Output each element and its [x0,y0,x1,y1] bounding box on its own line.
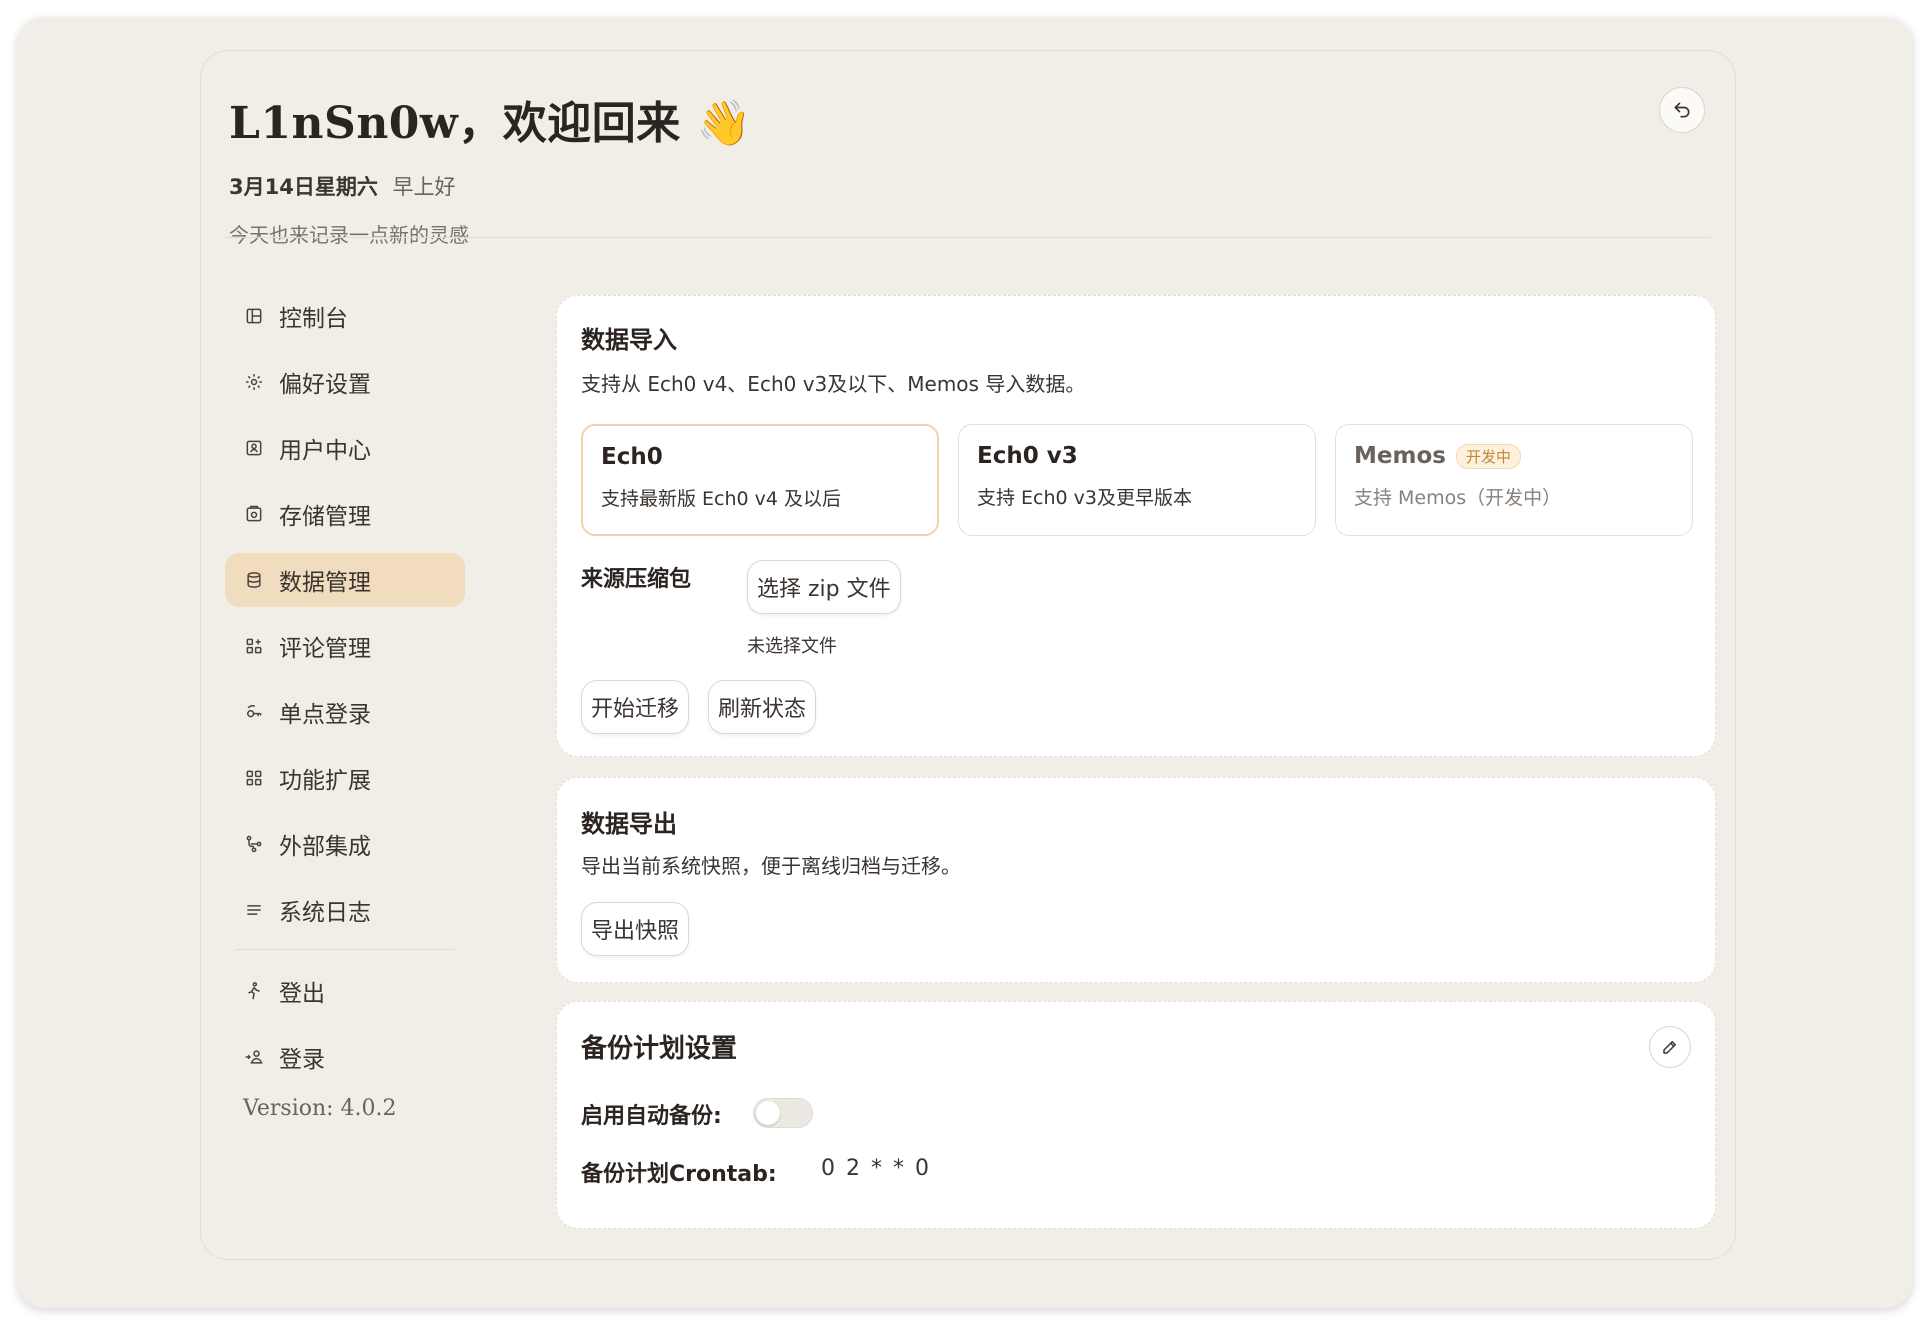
sidebar-item-integrations[interactable]: 外部集成 [225,817,465,871]
login-icon [243,1046,265,1068]
database-icon [243,569,265,591]
version-text: Version: 4.0.2 [243,1096,397,1121]
zip-source-label: 来源压缩包 [581,567,692,592]
storage-icon [243,503,265,525]
source-name: Ech0 v3 [977,443,1078,469]
backup-schedule-card: 备份计划设置 启用自动备份: 备份计划Crontab: 0 2 * * 0 [556,1001,1716,1229]
import-card-title: 数据导入 [581,326,677,354]
undo-icon [1672,100,1692,120]
source-description: 支持 Memos（开发中） [1354,487,1562,509]
sidebar-item-extensions[interactable]: 功能扩展 [225,751,465,805]
sidebar-item-label: 登出 [279,981,325,1007]
refresh-status-button[interactable]: 刷新状态 [708,680,817,734]
export-snapshot-button[interactable]: 导出快照 [581,902,690,956]
auto-backup-toggle[interactable] [753,1098,813,1128]
source-description: 支持最新版 Ech0 v4 及以后 [601,488,842,510]
sidebar-item-label: 单点登录 [279,702,371,728]
start-migration-button[interactable]: 开始迁移 [581,680,690,734]
date-text: 3月14日星期六 [229,175,378,199]
back-button[interactable] [1659,87,1705,133]
sidebar-item-storage[interactable]: 存储管理 [225,487,465,541]
branch-icon [243,833,265,855]
backup-card-title: 备份计划设置 [581,1034,738,1064]
dashboard-icon [243,305,265,327]
sidebar: 控制台 偏好设置 用户中心 存储管理 数据管理 评论管理 单点登录 功能扩展 外… [225,289,465,1121]
sidebar-item-data-management[interactable]: 数据管理 [225,553,465,607]
sidebar-item-label: 控制台 [279,306,348,332]
sidebar-item-preferences[interactable]: 偏好设置 [225,355,465,409]
source-option-ech0[interactable]: Ech0 支持最新版 Ech0 v4 及以后 [581,424,939,536]
data-import-card: 数据导入 支持从 Ech0 v4、Ech0 v3及以下、Memos 导入数据。 … [556,295,1716,757]
sidebar-item-sso[interactable]: 单点登录 [225,685,465,739]
list-icon [243,899,265,921]
status-badge: 开发中 [1455,443,1521,469]
grid-icon [243,635,265,657]
data-export-card: 数据导出 导出当前系统快照，便于离线归档与迁移。 导出快照 [556,777,1716,983]
sidebar-item-label: 功能扩展 [279,768,371,794]
sidebar-divider [235,949,455,950]
sidebar-item-label: 评论管理 [279,636,371,662]
user-card-icon [243,437,265,459]
page-subtitle: 今天也来记录一点新的灵感 [229,223,469,247]
toggle-knob [756,1101,780,1125]
grid-plus-icon [243,767,265,789]
sidebar-item-label: 系统日志 [279,900,371,926]
sidebar-item-logout[interactable]: 登出 [225,964,465,1018]
pencil-icon [1661,1038,1679,1056]
sidebar-item-dashboard[interactable]: 控制台 [225,289,465,343]
export-card-description: 导出当前系统快照，便于离线归档与迁移。 [581,854,961,878]
sidebar-item-label: 数据管理 [279,570,371,596]
page-title: L1nSn0w，欢迎回来 👋 [229,98,752,149]
sidebar-item-label: 登录 [279,1047,325,1073]
walk-icon [243,980,265,1002]
main-panel: L1nSn0w，欢迎回来 👋 3月14日星期六 早上好 今天也来记录一点新的灵感… [200,50,1736,1260]
source-name-row: Memos 开发中 [1354,443,1674,469]
sidebar-item-comments[interactable]: 评论管理 [225,619,465,673]
no-file-selected-text: 未选择文件 [747,636,837,657]
crontab-value: 0 2 * * 0 [821,1156,931,1181]
time-of-day-text: 早上好 [392,175,456,199]
gear-icon [243,371,265,393]
header-divider [225,237,1711,238]
sidebar-item-label: 存储管理 [279,504,371,530]
edit-button[interactable] [1649,1026,1691,1068]
key-icon [243,701,265,723]
auto-backup-label: 启用自动备份: [581,1104,722,1129]
export-card-title: 数据导出 [581,810,677,838]
source-name: Ech0 [601,444,663,470]
source-option-memos[interactable]: Memos 开发中 支持 Memos（开发中） [1335,424,1693,536]
sidebar-item-label: 外部集成 [279,834,371,860]
sidebar-item-system-log[interactable]: 系统日志 [225,883,465,937]
crontab-label: 备份计划Crontab: [581,1162,777,1187]
sidebar-item-label: 用户中心 [279,438,371,464]
source-option-ech0-v3[interactable]: Ech0 v3 支持 Ech0 v3及更早版本 [958,424,1316,536]
app-window: L1nSn0w，欢迎回来 👋 3月14日星期六 早上好 今天也来记录一点新的灵感… [18,18,1912,1308]
date-line: 3月14日星期六 早上好 [229,171,752,201]
sidebar-item-user-center[interactable]: 用户中心 [225,421,465,475]
page-header: L1nSn0w，欢迎回来 👋 3月14日星期六 早上好 今天也来记录一点新的灵感 [229,87,752,248]
sidebar-item-label: 偏好设置 [279,372,371,398]
sidebar-item-login[interactable]: 登录 [225,1030,465,1084]
source-description: 支持 Ech0 v3及更早版本 [977,487,1192,509]
source-name: Memos [1354,443,1446,469]
choose-zip-button[interactable]: 选择 zip 文件 [747,560,901,614]
import-card-description: 支持从 Ech0 v4、Ech0 v3及以下、Memos 导入数据。 [581,372,1086,396]
